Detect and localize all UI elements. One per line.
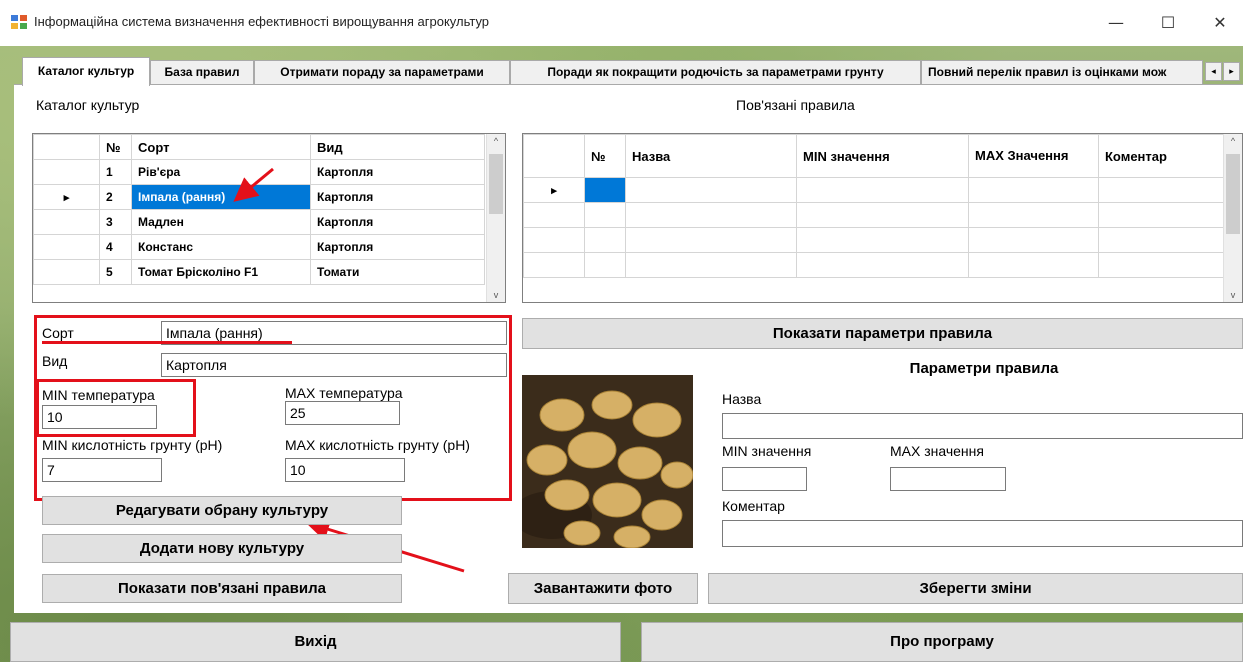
rule-max-input[interactable] <box>890 467 1006 491</box>
tab-scroll-left-icon[interactable]: ◂ <box>1205 62 1222 81</box>
catalog-scrollbar[interactable]: ^ v <box>486 134 505 302</box>
catalog-header-corner <box>33 134 100 160</box>
catalog-col-sort[interactable]: Сорт <box>131 134 311 160</box>
table-row[interactable]: 4 Констанс Картопля <box>33 234 485 260</box>
annotation-arrows <box>233 167 465 573</box>
app-icon <box>10 13 28 31</box>
scroll-down-icon[interactable]: v <box>487 290 505 300</box>
table-row[interactable]: 5 Томат Брісколіно F1 Томати <box>33 259 485 285</box>
rule-name-label: Назва <box>722 391 762 407</box>
scroll-up-icon[interactable]: ^ <box>487 136 505 146</box>
scroll-thumb[interactable] <box>489 154 503 214</box>
selected-cell[interactable]: Імпала (рання) <box>131 184 311 210</box>
tab-crop-catalog[interactable]: Каталог культур <box>22 57 150 86</box>
row-marker-icon: ▸ <box>63 192 70 204</box>
minimize-button[interactable]: — <box>1094 6 1138 40</box>
rule-max-label: MAX значення <box>890 443 984 459</box>
about-button[interactable]: Про програму <box>641 622 1243 662</box>
rule-comment-input[interactable] <box>722 520 1243 547</box>
rules-title: Пов'язані правила <box>736 97 855 113</box>
table-row[interactable] <box>523 202 1224 228</box>
row-marker-icon: ▸ <box>551 185 557 197</box>
load-photo-button[interactable]: Завантажити фото <box>508 573 698 604</box>
table-row[interactable] <box>523 227 1224 253</box>
exit-button[interactable]: Вихід <box>10 622 621 662</box>
rules-grid: № Назва MIN значення MAX Значення Комент… <box>522 133 1243 303</box>
rules-col-min[interactable]: MIN значення <box>796 134 969 178</box>
show-rule-params-button[interactable]: Показати параметри правила <box>522 318 1243 349</box>
catalog-col-kind[interactable]: Вид <box>310 134 485 160</box>
scroll-down-icon[interactable]: v <box>1224 290 1242 300</box>
rule-comment-label: Коментар <box>722 498 785 514</box>
rules-scrollbar[interactable]: ^ v <box>1223 134 1242 302</box>
catalog-grid: № Сорт Вид 1 Рів'єра Картопля ▸ 2 Імпала… <box>32 133 506 303</box>
table-row[interactable] <box>523 252 1224 278</box>
rules-col-comment[interactable]: Коментар <box>1098 134 1224 178</box>
rule-name-input[interactable] <box>722 413 1243 439</box>
tab-strip: Каталог культур База правил Отримати пор… <box>14 57 1243 86</box>
rules-header-corner <box>523 134 585 178</box>
close-button[interactable]: ✕ <box>1198 6 1242 40</box>
edit-crop-button[interactable]: Редагувати обрану культуру <box>42 496 402 525</box>
tab-full-rules[interactable]: Повний перелік правил із оцінками мож <box>921 60 1203 85</box>
scroll-thumb[interactable] <box>1226 154 1240 234</box>
tab-scroll-right-icon[interactable]: ▸ <box>1223 62 1240 81</box>
maximize-button[interactable]: ☐ <box>1146 6 1190 40</box>
add-crop-button[interactable]: Додати нову культуру <box>42 534 402 563</box>
tab-rule-base[interactable]: База правил <box>150 60 254 85</box>
rules-col-no[interactable]: № <box>584 134 626 178</box>
annotation-box <box>36 379 196 437</box>
title-bar: Інформаційна система визначення ефективн… <box>0 0 1243 46</box>
catalog-panel: Каталог культур Пов'язані правила № Сорт… <box>14 84 1243 613</box>
window-title: Інформаційна система визначення ефективн… <box>34 14 490 29</box>
show-rules-button[interactable]: Показати пов'язані правила <box>42 574 402 603</box>
selected-cell[interactable] <box>584 177 626 203</box>
scroll-up-icon[interactable]: ^ <box>1224 136 1242 146</box>
table-row[interactable]: ▸ <box>523 177 1224 203</box>
tab-get-advice[interactable]: Отримати пораду за параметрами <box>254 60 510 85</box>
rules-col-name[interactable]: Назва <box>625 134 797 178</box>
rule-min-input[interactable] <box>722 467 807 491</box>
table-row[interactable]: ▸ 2 Імпала (рання) Картопля <box>33 184 485 210</box>
save-changes-button[interactable]: Зберегти зміни <box>708 573 1243 604</box>
annotation-underline <box>42 341 292 344</box>
rule-min-label: MIN значення <box>722 443 812 459</box>
catalog-title: Каталог культур <box>36 97 140 113</box>
rule-params-title: Параметри правила <box>909 360 1059 377</box>
table-row[interactable]: 3 Мадлен Картопля <box>33 209 485 235</box>
catalog-col-no[interactable]: № <box>99 134 132 160</box>
rules-col-max[interactable]: MAX Значення <box>968 134 1099 178</box>
tab-soil-advice[interactable]: Поради як покращити родючість за парамет… <box>510 60 921 85</box>
crop-photo <box>522 375 693 548</box>
